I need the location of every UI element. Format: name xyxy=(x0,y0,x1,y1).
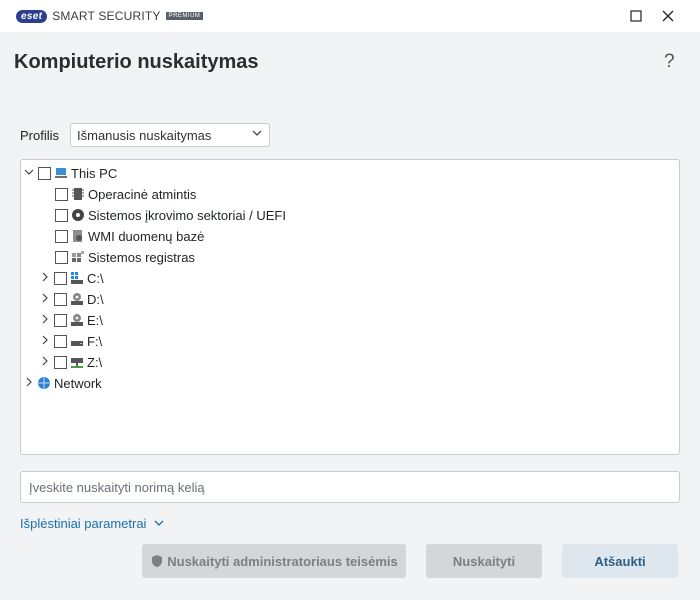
registry-icon xyxy=(71,250,85,264)
page-title: Kompiuterio nuskaitymas xyxy=(14,51,259,73)
checkbox[interactable] xyxy=(38,166,51,180)
shield-icon xyxy=(152,555,163,567)
cancel-button[interactable]: Atšaukti xyxy=(562,544,678,578)
profile-selected-value: Išmanusis nuskaitymas xyxy=(77,128,212,143)
tree-item-drive-z[interactable]: Z:\ xyxy=(39,352,102,372)
scan-target-tree[interactable]: This PC Operacinė atmintis Sistemos įkro… xyxy=(20,159,680,455)
checkbox[interactable] xyxy=(54,334,67,348)
chevron-down-icon xyxy=(154,520,164,526)
tree-item-memory[interactable]: Operacinė atmintis xyxy=(52,184,196,204)
expand-chevron-icon[interactable] xyxy=(39,335,51,348)
tree-item-label: D:\ xyxy=(87,291,104,307)
tree-item-label: Sistemos registras xyxy=(88,249,195,265)
checkbox[interactable] xyxy=(54,355,67,369)
title-bar: eset SMART SECURITY PREMIUM xyxy=(0,0,700,32)
optical-drive-icon xyxy=(70,292,84,306)
disc-icon xyxy=(71,208,85,222)
tree-item-label: C:\ xyxy=(87,270,104,286)
scan-button[interactable]: Nuskaityti xyxy=(426,544,542,578)
tree-item-label: F:\ xyxy=(87,333,103,349)
system-drive-icon xyxy=(70,271,84,285)
checkbox[interactable] xyxy=(55,250,68,264)
tree-item-drive-f[interactable]: F:\ xyxy=(39,331,102,351)
scan-path-input[interactable] xyxy=(20,471,680,503)
tree-item-registry[interactable]: Sistemos registras xyxy=(52,247,195,267)
scan-as-admin-label: Nuskaityti administratoriaus teisėmis xyxy=(167,553,398,569)
tree-item-network[interactable]: Network xyxy=(23,373,102,393)
checkbox[interactable] xyxy=(54,292,67,306)
tree-item-label: This PC xyxy=(71,165,118,181)
page-header: Kompiuterio nuskaitymas ? xyxy=(0,32,700,96)
drive-icon xyxy=(70,334,84,348)
tree-item-label: Sistemos įkrovimo sektoriai / UEFI xyxy=(88,207,286,223)
checkbox[interactable] xyxy=(54,271,67,285)
minimize-icon xyxy=(630,10,642,22)
close-icon xyxy=(662,10,674,22)
profile-label: Profilis xyxy=(20,128,60,143)
tree-item-label: Network xyxy=(54,375,102,391)
expand-chevron-icon[interactable] xyxy=(39,356,51,369)
computer-icon xyxy=(54,166,68,180)
tree-item-this-pc[interactable]: This PC xyxy=(23,163,117,183)
tree-item-label: E:\ xyxy=(87,312,103,328)
checkbox[interactable] xyxy=(55,208,68,222)
advanced-settings-link[interactable]: Išplėstiniai parametrai xyxy=(20,516,164,531)
scan-as-admin-button[interactable]: Nuskaityti administratoriaus teisėmis xyxy=(142,544,406,578)
expand-chevron-icon[interactable] xyxy=(39,314,51,327)
checkbox[interactable] xyxy=(55,187,68,201)
profile-select[interactable]: Išmanusis nuskaitymas xyxy=(70,123,270,147)
eset-logo: eset xyxy=(16,9,48,23)
memory-icon xyxy=(71,187,85,201)
app-logo: eset SMART SECURITY PREMIUM xyxy=(16,9,204,23)
checkbox[interactable] xyxy=(54,313,67,327)
tree-item-drive-c[interactable]: C:\ xyxy=(39,268,104,288)
database-icon xyxy=(71,229,85,243)
tree-item-drive-e[interactable]: E:\ xyxy=(39,310,103,330)
tree-item-boot-sectors[interactable]: Sistemos įkrovimo sektoriai / UEFI xyxy=(52,205,286,225)
chevron-down-icon xyxy=(252,126,262,141)
advanced-settings-label: Išplėstiniai parametrai xyxy=(20,516,147,531)
network-drive-icon xyxy=(70,355,84,369)
close-button[interactable] xyxy=(656,4,680,28)
help-icon[interactable]: ? xyxy=(664,51,675,73)
tree-item-label: Z:\ xyxy=(87,354,103,370)
product-name: SMART SECURITY xyxy=(52,9,161,23)
tree-item-label: Operacinė atmintis xyxy=(88,186,197,202)
expand-chevron-icon[interactable] xyxy=(39,272,51,285)
optical-drive-icon xyxy=(70,313,84,327)
network-icon xyxy=(37,376,51,390)
expand-chevron-icon[interactable] xyxy=(23,377,35,390)
edition-badge: PREMIUM xyxy=(165,12,204,20)
expand-chevron-icon[interactable] xyxy=(23,167,35,180)
tree-item-label: WMI duomenų bazė xyxy=(88,228,205,244)
tree-item-drive-d[interactable]: D:\ xyxy=(39,289,104,309)
tree-item-wmi[interactable]: WMI duomenų bazė xyxy=(52,226,204,246)
checkbox[interactable] xyxy=(55,229,68,243)
expand-chevron-icon[interactable] xyxy=(39,293,51,306)
minimize-button[interactable] xyxy=(624,4,648,28)
